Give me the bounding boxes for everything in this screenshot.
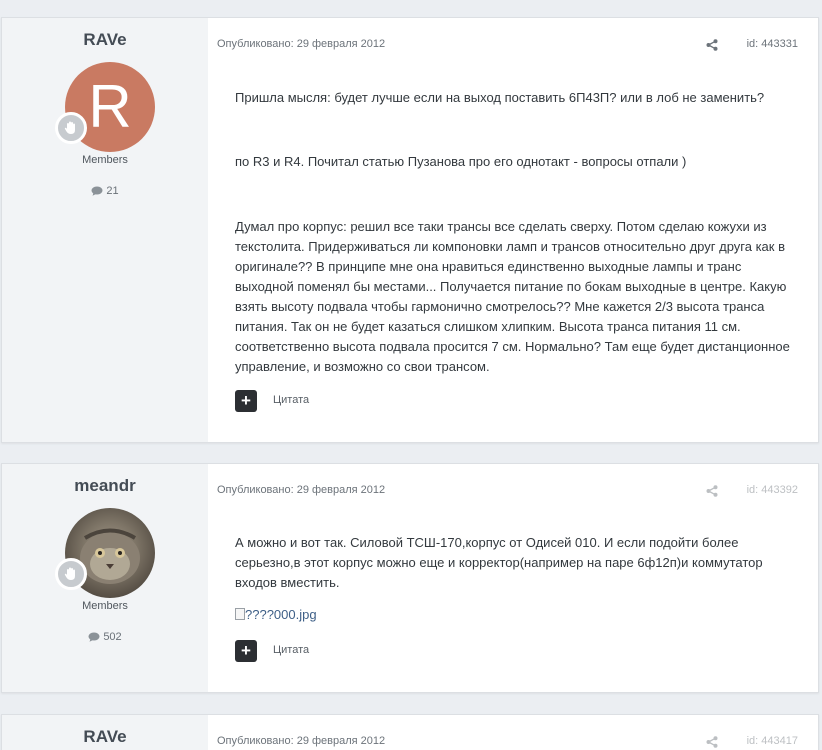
hand-badge-icon	[55, 558, 87, 590]
author-panel: RAVe	[2, 715, 208, 750]
post-id[interactable]: id: 443331	[747, 38, 798, 50]
author-name[interactable]: RAVe	[2, 30, 208, 50]
image-link[interactable]: ????000.jpg	[245, 607, 317, 622]
post-count-value: 21	[106, 185, 119, 197]
broken-image-icon	[235, 608, 245, 620]
quote-button[interactable]: Цитата	[273, 644, 309, 656]
post-date[interactable]: Опубликовано: 29 февраля 2012	[217, 38, 385, 50]
share-icon[interactable]	[706, 484, 718, 502]
post-count-value: 502	[103, 631, 122, 643]
post-paragraph: А можно и вот так. Силовой ТСШ-170,корпу…	[235, 535, 763, 590]
post-count: 21	[2, 185, 208, 199]
author-name[interactable]: meandr	[2, 476, 208, 496]
post-count: 502	[2, 631, 208, 645]
chat-bubble-icon	[91, 186, 103, 199]
post-id[interactable]: id: 443392	[747, 484, 798, 496]
forum-post: meandr Members 502 Опубликовано: 29 февр	[1, 463, 819, 693]
multiquote-plus-button[interactable]: +	[235, 640, 257, 662]
share-icon[interactable]	[706, 38, 718, 56]
image-attachment[interactable]: ????000.jpg	[235, 605, 800, 625]
author-panel: RAVe R Members 21	[2, 18, 208, 442]
post-paragraph: по R3 и R4. Почитал статью Пузанова про …	[235, 154, 687, 169]
forum-post: RAVe Опубликовано: 29 февраля 2012 id: 4…	[1, 714, 819, 750]
quote-button[interactable]: Цитата	[273, 394, 309, 406]
post-header: Опубликовано: 29 февраля 2012 id: 443331	[217, 38, 798, 52]
post-header: Опубликовано: 29 февраля 2012 id: 443417	[217, 735, 798, 749]
user-group: Members	[82, 600, 128, 612]
post-date[interactable]: Опубликовано: 29 февраля 2012	[217, 735, 385, 747]
share-icon[interactable]	[706, 735, 718, 750]
author-panel: meandr Members 502	[2, 464, 208, 692]
author-name[interactable]: RAVe	[2, 727, 208, 747]
multiquote-plus-button[interactable]: +	[235, 390, 257, 412]
post-paragraph: Пришла мысля: будет лучше если на выход …	[235, 90, 765, 105]
hand-badge-icon	[55, 112, 87, 144]
post-paragraph: Думал про корпус: решил все таки трансы …	[235, 219, 790, 374]
post-date[interactable]: Опубликовано: 29 февраля 2012	[217, 484, 385, 496]
user-group: Members	[82, 154, 128, 166]
post-header: Опубликовано: 29 февраля 2012 id: 443392	[217, 484, 798, 498]
forum-post: RAVe R Members 21 Опубликовано: 29 февра…	[1, 17, 819, 443]
post-id[interactable]: id: 443417	[747, 735, 798, 747]
chat-bubble-icon	[88, 632, 100, 645]
